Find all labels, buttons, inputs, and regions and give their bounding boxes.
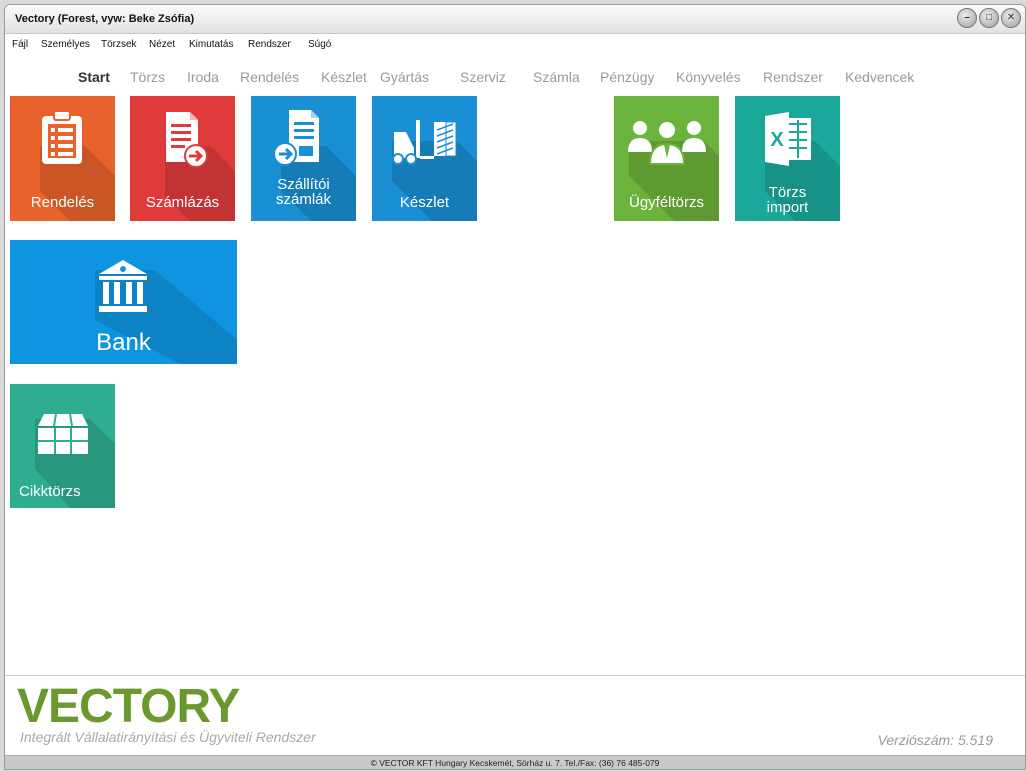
title-bar: Vectory (Forest, vyw: Beke Zsófia) – □ ✕: [5, 5, 1025, 34]
svg-text:X: X: [770, 129, 784, 151]
tab-kedvencek[interactable]: Kedvencek: [845, 69, 914, 85]
tab-start[interactable]: Start: [78, 69, 110, 85]
menu-item-fajl[interactable]: Fájl: [12, 39, 28, 50]
product-subtitle: Integrált Vállalatirányítási és Ügyvitel…: [20, 729, 316, 745]
tab-gyartas[interactable]: Gyártás: [380, 69, 429, 85]
menu-item-nezet[interactable]: Nézet: [149, 39, 175, 50]
tab-torzs[interactable]: Törzs: [130, 69, 165, 85]
tile-keszlet[interactable]: Készlet: [372, 96, 477, 221]
tab-rendszer[interactable]: Rendszer: [763, 69, 823, 85]
tile-label: Számlázás: [145, 194, 220, 211]
menu-item-kimutatas[interactable]: Kimutatás: [189, 39, 233, 50]
maximize-icon[interactable]: □: [979, 8, 999, 28]
menu-bar: Fájl Személyes Törzsek Nézet Kimutatás R…: [5, 34, 1025, 54]
tile-ugyfeltorzs[interactable]: Ügyféltörzs: [614, 96, 719, 221]
minimize-icon[interactable]: –: [957, 8, 977, 28]
tile-label: Bank: [96, 329, 151, 356]
document-in-icon: [273, 110, 319, 166]
tab-rendeles[interactable]: Rendelés: [240, 69, 299, 85]
tile-rendeles[interactable]: Rendelés: [10, 96, 115, 221]
tile-label: Készlet: [399, 194, 450, 211]
invoice-arrow-icon: [166, 112, 208, 168]
tile-label: Ügyféltörzs: [628, 194, 705, 211]
people-group-icon: [628, 120, 706, 165]
tile-bank[interactable]: Bank: [10, 240, 237, 364]
window-title: Vectory (Forest, vyw: Beke Zsófia): [15, 13, 195, 25]
module-tabs: Start Törzs Iroda Rendelés Készlet Gyárt…: [5, 65, 1025, 91]
clipboard-list-icon: [42, 110, 82, 164]
forklift-icon: [392, 120, 457, 165]
tile-label-line2: import: [766, 199, 809, 216]
tile-szallitoi-szamlak[interactable]: Szállítói számlák: [251, 96, 356, 221]
vectory-logo: VECTORY: [17, 680, 240, 733]
excel-icon: X: [765, 112, 811, 166]
tile-cikktorzs[interactable]: Cikktörzs: [10, 384, 115, 508]
tile-szamlazas[interactable]: Számlázás: [130, 96, 235, 221]
tab-konyveles[interactable]: Könyvelés: [676, 69, 741, 85]
company-info: © VECTOR KFT Hungary Kecskemét, Sörház u…: [370, 758, 660, 768]
footer-divider: [5, 675, 1025, 676]
grid-box-icon: [38, 413, 88, 454]
tab-szamla[interactable]: Számla: [533, 69, 580, 85]
version-label: Verziószám: 5.519: [877, 732, 993, 748]
menu-item-torzsek[interactable]: Törzsek: [101, 39, 137, 50]
window-controls: – □ ✕: [957, 8, 1021, 28]
tab-szerviz[interactable]: Szerviz: [460, 69, 506, 85]
tile-label: Cikktörzs: [19, 483, 81, 500]
tab-iroda[interactable]: Iroda: [187, 69, 219, 85]
tile-label: Rendelés: [30, 194, 95, 211]
tile-torzs-import[interactable]: X Törzs import: [735, 96, 840, 221]
tile-label-line2: számlák: [275, 191, 331, 208]
menu-item-sugo[interactable]: Súgó: [308, 39, 331, 50]
close-icon[interactable]: ✕: [1001, 8, 1021, 28]
bank-icon: [99, 260, 147, 312]
menu-item-rendszer[interactable]: Rendszer: [248, 39, 291, 50]
status-bar: © VECTOR KFT Hungary Kecskemét, Sörház u…: [5, 755, 1025, 769]
menu-item-szemelyes[interactable]: Személyes: [41, 39, 90, 50]
tab-penzugy[interactable]: Pénzügy: [600, 69, 654, 85]
app-window: Vectory (Forest, vyw: Beke Zsófia) – □ ✕…: [4, 4, 1026, 770]
tab-keszlet[interactable]: Készlet: [321, 69, 367, 85]
